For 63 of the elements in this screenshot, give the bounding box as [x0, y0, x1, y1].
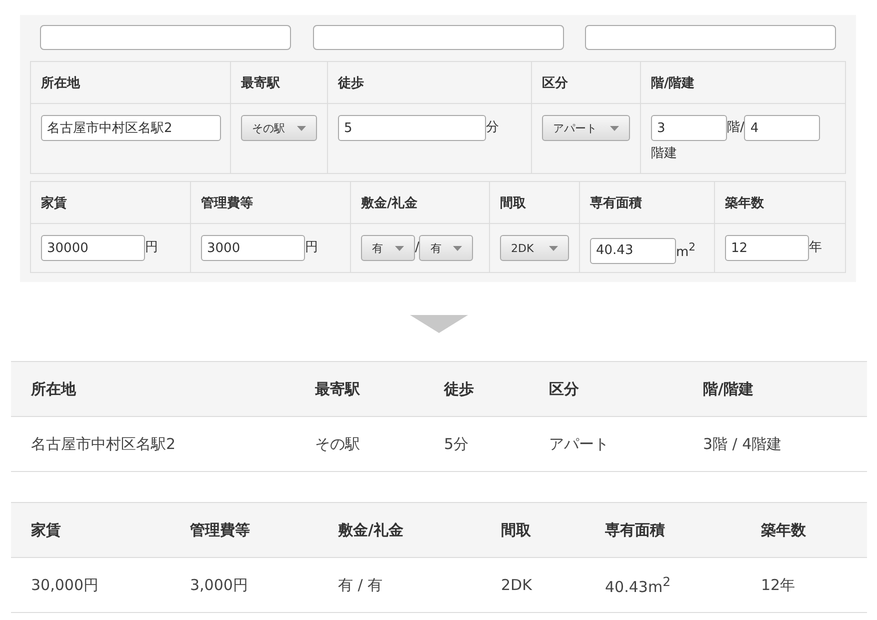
column-header: 専有面積	[580, 182, 715, 224]
column-header: 家賃	[11, 503, 170, 558]
unit-label: 年	[809, 239, 822, 257]
input-field[interactable]: 40.43	[590, 238, 676, 264]
input-field[interactable]: 4	[744, 115, 820, 141]
column-header: 管理費等	[170, 503, 318, 558]
column-header: 築年数	[741, 503, 867, 558]
input-field[interactable]: 名古屋市中村区名駅2	[41, 115, 221, 141]
column-header: 間取	[481, 503, 585, 558]
unit-label: /	[415, 239, 420, 257]
column-header: 家賃	[31, 182, 191, 224]
input-field[interactable]: 3000	[201, 235, 305, 261]
input-field[interactable]: 3	[651, 115, 727, 141]
dropdown[interactable]: 有	[361, 235, 415, 261]
input-field[interactable]: 5	[338, 115, 486, 141]
column-header: 区分	[529, 362, 683, 418]
column-header: 所在地	[31, 62, 231, 104]
column-header: 専有面積	[585, 503, 741, 558]
table-cell: 12年	[741, 558, 867, 614]
down-arrow-icon	[410, 315, 468, 334]
column-header: 築年数	[715, 182, 846, 224]
unit-label: m$^{2}$	[676, 240, 696, 262]
table-cell: 有 / 有	[318, 558, 481, 614]
table-cell: 40.43m$^{2}$	[585, 558, 741, 614]
table-cell: 2DK	[481, 558, 585, 614]
dropdown[interactable]: 有	[419, 235, 474, 261]
table-cell: アパート	[529, 417, 683, 472]
dropdown[interactable]: その駅	[241, 115, 317, 141]
input-field[interactable]	[40, 25, 291, 50]
input-field[interactable]	[585, 25, 836, 50]
input-field[interactable]: 30000	[41, 235, 145, 261]
dropdown[interactable]: 2DK	[500, 235, 569, 261]
table-cell: その駅	[295, 417, 424, 472]
caret-icon	[453, 246, 462, 250]
column-header: 敷金/礼金	[351, 182, 490, 224]
table-cell: 3階 / 4階建	[683, 417, 867, 472]
table-cell: 5分	[424, 417, 529, 472]
unit-label: 円	[145, 239, 158, 257]
column-header: 所在地	[11, 362, 295, 418]
column-header: 区分	[532, 62, 641, 104]
column-header: 徒歩	[424, 362, 529, 418]
input-field[interactable]: 12	[725, 235, 809, 261]
unit-label: 階建	[651, 145, 677, 163]
unit-label: 分	[486, 119, 499, 137]
column-header: 最寄駅	[295, 362, 424, 418]
caret-icon	[610, 126, 619, 130]
caret-icon	[395, 246, 404, 250]
caret-icon	[297, 126, 306, 130]
dropdown[interactable]: アパート	[542, 115, 630, 141]
column-header: 間取	[490, 182, 580, 224]
column-header: 階/階建	[641, 62, 846, 104]
caret-icon	[549, 246, 558, 250]
table-cell: 名古屋市中村区名駅2	[11, 417, 295, 472]
unit-label: 階/	[727, 119, 744, 137]
column-header: 管理費等	[191, 182, 351, 224]
column-header: 階/階建	[683, 362, 867, 418]
column-header: 敷金/礼金	[318, 503, 481, 558]
table-cell: 30,000円	[11, 558, 170, 614]
input-field[interactable]	[312, 25, 564, 50]
column-header: 徒歩	[328, 62, 532, 104]
unit-label: 円	[305, 239, 318, 257]
column-header: 最寄駅	[231, 62, 328, 104]
table-cell: 3,000円	[170, 558, 318, 614]
